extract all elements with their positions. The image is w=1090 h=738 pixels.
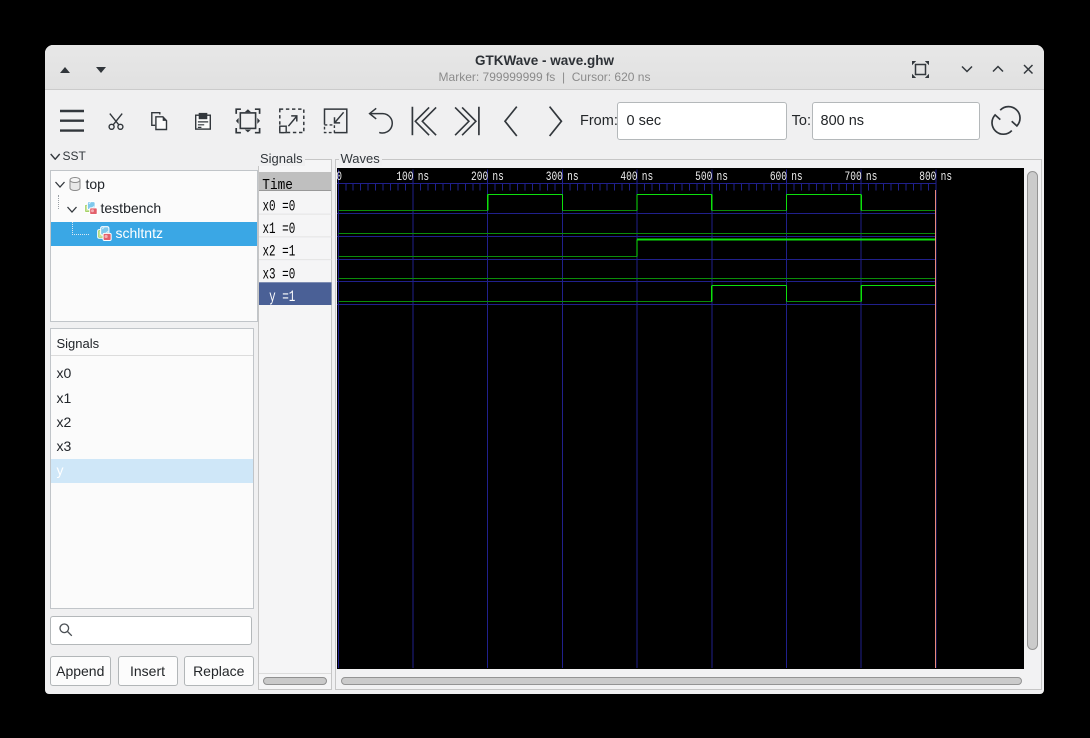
svg-text:500: 500 [695, 171, 712, 185]
svg-text:200: 200 [471, 171, 488, 185]
svg-text:y =1: y =1 [269, 289, 295, 306]
svg-text:400: 400 [620, 171, 637, 185]
svg-text:x0 =0: x0 =0 [262, 198, 295, 215]
svg-text:x3 =0: x3 =0 [262, 266, 295, 283]
svg-text:ns: ns [492, 171, 503, 185]
svg-text:0: 0 [337, 171, 342, 185]
svg-text:ns: ns [865, 171, 876, 185]
svg-text:x1 =0: x1 =0 [262, 221, 295, 238]
svg-text:700: 700 [844, 171, 861, 185]
svg-text:ns: ns [567, 171, 578, 185]
svg-text:ns: ns [940, 171, 951, 185]
svg-text:800: 800 [919, 171, 936, 185]
svg-text:ns: ns [417, 171, 428, 185]
svg-text:Time: Time [262, 178, 293, 194]
svg-text:ns: ns [716, 171, 727, 185]
svg-text:ns: ns [641, 171, 652, 185]
svg-text:300: 300 [545, 171, 562, 185]
svg-text:100: 100 [396, 171, 413, 185]
svg-text:ns: ns [791, 171, 802, 185]
svg-text:x2 =1: x2 =1 [262, 244, 295, 261]
svg-text:600: 600 [769, 171, 786, 185]
